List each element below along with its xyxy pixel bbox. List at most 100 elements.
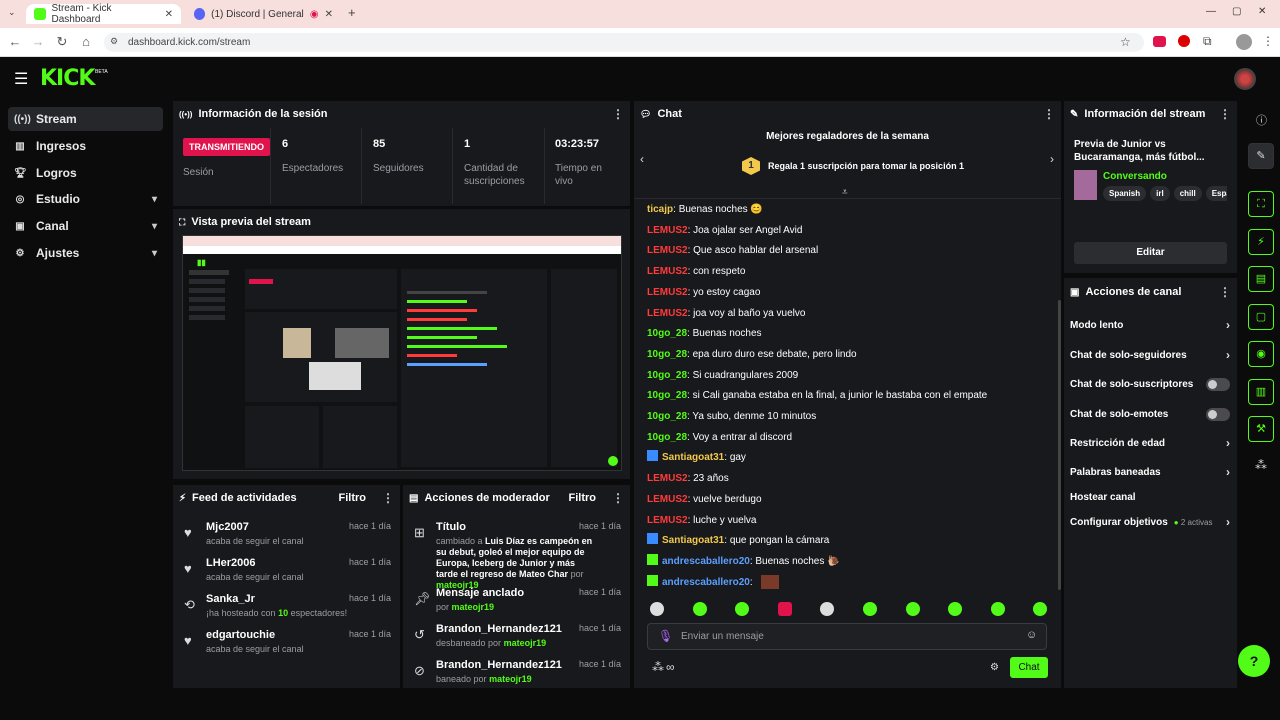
emote-icon[interactable] bbox=[863, 602, 877, 616]
emote-icon[interactable] bbox=[777, 602, 792, 616]
kebab-menu-icon[interactable]: ⋮ bbox=[612, 491, 624, 505]
chat-username[interactable]: LEMUS2 bbox=[647, 515, 688, 526]
filter-button[interactable]: Filtro bbox=[569, 492, 597, 504]
chat-username[interactable]: andrescaballero20 bbox=[662, 556, 750, 567]
hamburger-menu-icon[interactable]: ☰ bbox=[14, 69, 28, 89]
action-host-channel[interactable]: Hostear canal bbox=[1070, 488, 1230, 506]
close-window-icon[interactable]: ✕ bbox=[1258, 6, 1266, 17]
chat-username[interactable]: LEMUS2 bbox=[647, 225, 688, 236]
action-age-restriction[interactable]: Restricción de edad › bbox=[1070, 434, 1230, 452]
edit-button[interactable]: Editar bbox=[1074, 242, 1227, 264]
action-followers-only[interactable]: Chat de solo-seguidores › bbox=[1070, 346, 1230, 364]
wrench-rail-button[interactable]: ⚒ bbox=[1248, 416, 1274, 442]
tag[interactable]: Spanish bbox=[1103, 186, 1147, 201]
kebab-menu-icon[interactable]: ⋮ bbox=[612, 107, 624, 121]
kebab-menu-icon[interactable]: ⋮ bbox=[382, 491, 394, 505]
chat-username[interactable]: LEMUS2 bbox=[647, 494, 688, 505]
chat-username[interactable]: ticajp bbox=[647, 204, 673, 215]
kick-logo[interactable]: KICK bbox=[40, 66, 95, 91]
sidebar-item-estudio[interactable]: ◎ Estudio ▾ bbox=[8, 187, 163, 211]
microphone-icon[interactable]: 🎙︎ bbox=[658, 629, 673, 643]
profile-avatar[interactable] bbox=[1236, 34, 1252, 50]
action-slow-mode[interactable]: Modo lento › bbox=[1070, 316, 1230, 334]
mod-item-title[interactable]: Brandon_Hernandez121 bbox=[436, 659, 562, 671]
kebab-menu-icon[interactable]: ⋮ bbox=[1043, 107, 1055, 121]
tag[interactable]: Espa bbox=[1205, 186, 1227, 201]
sidebar-item-ajustes[interactable]: ⚙ Ajustes ▾ bbox=[8, 241, 163, 265]
mod-item-title[interactable]: Brandon_Hernandez121 bbox=[436, 623, 562, 635]
feed-username[interactable]: LHer2006 bbox=[206, 557, 304, 569]
tag[interactable]: chill bbox=[1173, 186, 1202, 201]
close-icon[interactable]: ✕ bbox=[165, 9, 173, 20]
chat-scrollbar[interactable] bbox=[1058, 300, 1061, 590]
chat-rail-button[interactable]: ▢ bbox=[1248, 304, 1274, 330]
chat-username[interactable]: andrescaballero20 bbox=[662, 577, 750, 588]
bookmark-star-icon[interactable]: ☆ bbox=[1120, 35, 1131, 49]
tab-discord[interactable]: (1) Discord | General | Mate ◉ ✕ bbox=[186, 4, 341, 24]
feed-username[interactable]: edgartouchie bbox=[206, 629, 304, 641]
extension-icon[interactable] bbox=[1153, 36, 1166, 47]
sidebar-item-ingresos[interactable]: ▥ Ingresos bbox=[8, 134, 163, 158]
maximize-icon[interactable]: ▢ bbox=[1232, 6, 1241, 17]
tag[interactable]: irl bbox=[1150, 186, 1170, 201]
send-chat-button[interactable]: Chat bbox=[1010, 657, 1048, 678]
lightning-rail-button[interactable]: ⚡︎ bbox=[1248, 229, 1274, 255]
filter-button[interactable]: Filtro bbox=[339, 492, 367, 504]
broadcast-rail-button[interactable]: ◉ bbox=[1248, 341, 1274, 367]
home-icon[interactable]: ⌂ bbox=[77, 33, 95, 51]
new-tab-icon[interactable]: + bbox=[348, 5, 356, 20]
mod-username[interactable]: mateojr19 bbox=[452, 602, 495, 612]
sidebar-item-canal[interactable]: ▣ Canal ▾ bbox=[8, 214, 163, 238]
chat-username[interactable]: 10go_28 bbox=[647, 390, 687, 401]
back-icon[interactable]: ← bbox=[6, 33, 24, 51]
action-banned-words[interactable]: Palabras baneadas › bbox=[1070, 463, 1230, 481]
tab-list-icon[interactable]: ⌄ bbox=[8, 7, 16, 18]
info-icon[interactable]: ⓘ bbox=[1256, 112, 1267, 128]
kebab-menu-icon[interactable]: ⋮ bbox=[1262, 34, 1274, 48]
chat-username[interactable]: LEMUS2 bbox=[647, 266, 688, 277]
mod-username[interactable]: mateojr19 bbox=[504, 638, 547, 648]
emote-icon[interactable] bbox=[905, 602, 920, 616]
stream-category[interactable]: Conversando bbox=[1103, 171, 1167, 182]
edit-rail-button[interactable]: ✎ bbox=[1248, 143, 1274, 169]
feed-username[interactable]: Sanka_Jr bbox=[206, 593, 347, 605]
chat-username[interactable]: LEMUS2 bbox=[647, 308, 688, 319]
document-rail-button[interactable]: ▤ bbox=[1248, 266, 1274, 292]
emote-icon[interactable] bbox=[990, 602, 1005, 616]
opera-extension-icon[interactable] bbox=[1178, 35, 1190, 47]
chat-username[interactable]: Santiagoat31 bbox=[662, 535, 724, 546]
kebab-menu-icon[interactable]: ⋮ bbox=[1219, 107, 1231, 121]
sidebar-item-logros[interactable]: 🏆︎ Logros bbox=[8, 161, 163, 185]
chat-username[interactable]: 10go_28 bbox=[647, 411, 687, 422]
fullscreen-rail-button[interactable]: ⛶ bbox=[1248, 191, 1274, 217]
emote-icon[interactable] bbox=[650, 602, 664, 616]
chevron-left-icon[interactable]: ‹ bbox=[640, 152, 644, 166]
chat-username[interactable]: LEMUS2 bbox=[647, 287, 688, 298]
chevron-right-icon[interactable]: › bbox=[1050, 152, 1054, 166]
emote-icon[interactable] bbox=[692, 602, 707, 616]
stream-preview-video[interactable]: ▮▮ bbox=[182, 235, 622, 471]
chat-username[interactable]: Santiagoat31 bbox=[662, 452, 724, 463]
collapse-icon[interactable]: ⩡ bbox=[842, 187, 848, 198]
chat-username[interactable]: LEMUS2 bbox=[647, 473, 688, 484]
layout-rail-button[interactable]: ▥ bbox=[1248, 379, 1274, 405]
tab-stream[interactable]: Stream - Kick Dashboard ✕ bbox=[26, 3, 181, 25]
chat-username[interactable]: 10go_28 bbox=[647, 432, 687, 443]
mod-username[interactable]: mateojr19 bbox=[489, 674, 532, 684]
gear-icon[interactable]: ⚙ bbox=[990, 662, 999, 673]
chat-input[interactable]: 🎙︎ Enviar un mensaje ☺ bbox=[647, 623, 1047, 650]
subscribers-only-toggle[interactable] bbox=[1206, 377, 1230, 391]
bubbles-icon[interactable]: ⁂ bbox=[652, 660, 664, 674]
chat-username[interactable]: 10go_28 bbox=[647, 328, 687, 339]
close-icon[interactable]: ✕ bbox=[325, 9, 333, 20]
emoji-icon[interactable]: ☺ bbox=[1026, 629, 1037, 641]
sidebar-item-stream[interactable]: ((•)) Stream bbox=[8, 107, 163, 131]
emotes-only-toggle[interactable] bbox=[1206, 407, 1230, 421]
site-info-icon[interactable]: ⚙ bbox=[110, 36, 118, 47]
chat-username[interactable]: 10go_28 bbox=[647, 349, 687, 360]
url-field[interactable]: dashboard.kick.com/stream bbox=[104, 33, 1144, 52]
chat-username[interactable]: LEMUS2 bbox=[647, 245, 688, 256]
action-goals[interactable]: Configurar objetivos ● 2 activas › bbox=[1070, 513, 1230, 531]
puzzle-icon[interactable]: ⧉ bbox=[1203, 34, 1212, 49]
help-support-button[interactable]: ? bbox=[1238, 645, 1270, 677]
